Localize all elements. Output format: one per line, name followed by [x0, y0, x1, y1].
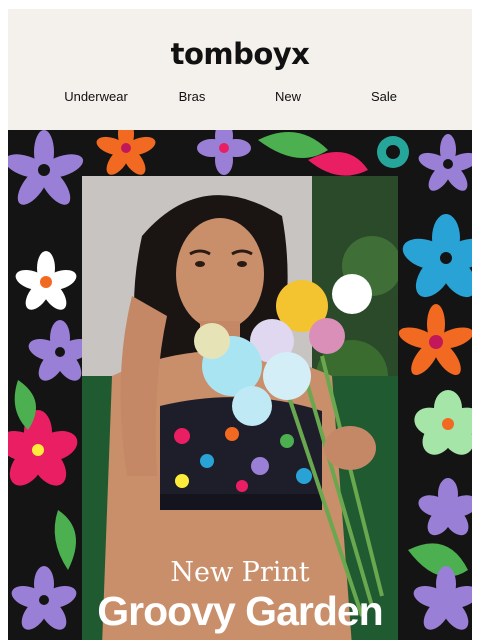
- email-header: tomboyx Underwear Bras New Sale: [8, 9, 472, 130]
- hero-eyebrow: New Print: [170, 557, 310, 588]
- nav-item-underwear[interactable]: Underwear: [64, 89, 128, 104]
- main-nav: Underwear Bras New Sale: [8, 89, 472, 109]
- hero-banner[interactable]: New Print Groovy Garden: [8, 130, 472, 640]
- nav-item-bras[interactable]: Bras: [179, 89, 206, 104]
- hero-title: Groovy Garden: [97, 588, 383, 634]
- brand-logo[interactable]: tomboyx: [8, 37, 472, 71]
- nav-item-sale[interactable]: Sale: [371, 89, 397, 104]
- nav-item-new[interactable]: New: [275, 89, 301, 104]
